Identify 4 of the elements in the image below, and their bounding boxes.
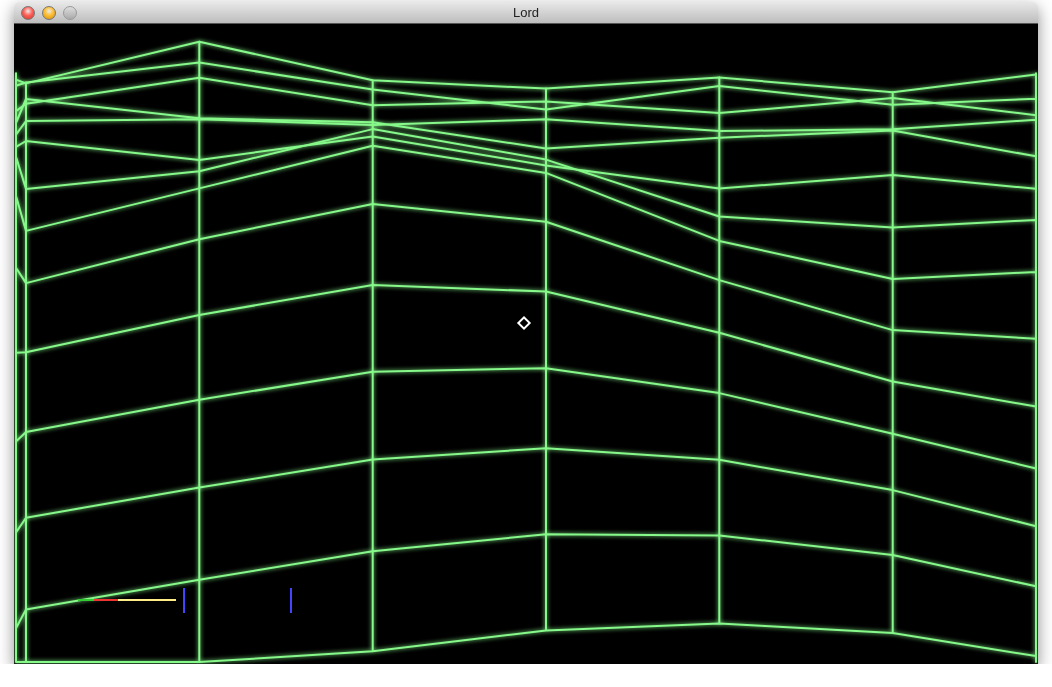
- close-button[interactable]: [21, 6, 35, 20]
- minimize-button[interactable]: [42, 6, 56, 20]
- window-title: Lord: [513, 5, 539, 20]
- crosshair-icon: [516, 315, 532, 331]
